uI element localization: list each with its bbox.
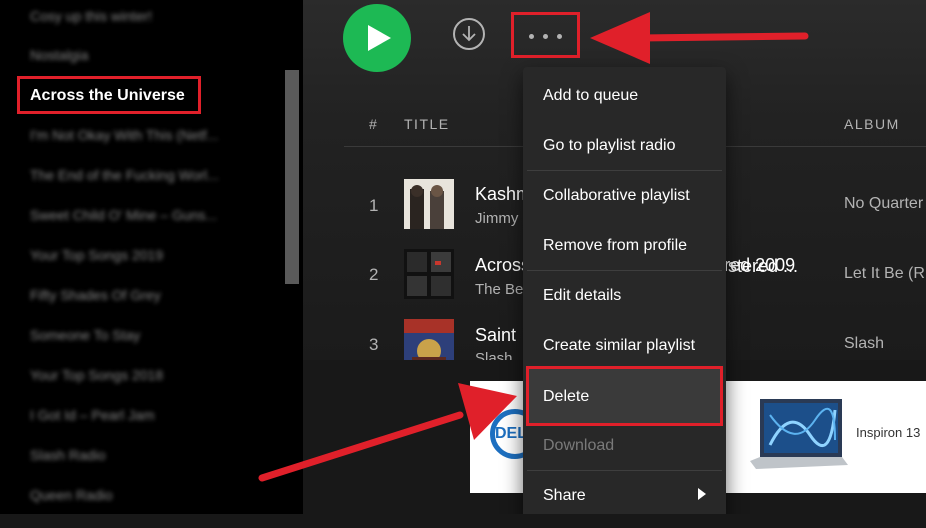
playlist-item[interactable]: I'm Not Okay With This (Netf... bbox=[30, 127, 218, 143]
playlist-item[interactable]: Sweet Child O' Mine – Guns... bbox=[30, 207, 217, 223]
menu-item-collaborative[interactable]: Collaborative playlist bbox=[543, 187, 690, 205]
menu-divider bbox=[527, 170, 722, 171]
menu-divider bbox=[527, 270, 722, 271]
menu-item-add-to-queue[interactable]: Add to queue bbox=[543, 87, 638, 105]
context-menu: Add to queue Go to playlist radio Collab… bbox=[523, 67, 726, 525]
more-options-button[interactable] bbox=[511, 12, 580, 58]
track-number: 3 bbox=[369, 335, 379, 354]
playlist-item[interactable]: Cosy up this winter! bbox=[30, 8, 152, 24]
playlist-item[interactable]: I Got Id – Pearl Jam bbox=[30, 407, 155, 423]
playlist-item-selected[interactable]: Across the Universe bbox=[17, 76, 201, 114]
menu-item-delete-label: Delete bbox=[543, 388, 590, 405]
menu-item-remove-from-profile[interactable]: Remove from profile bbox=[543, 237, 687, 255]
sidebar-scrollbar[interactable] bbox=[285, 70, 299, 284]
album-art bbox=[404, 179, 454, 229]
sidebar: Cosy up this winter! Nostalgia Across th… bbox=[0, 0, 303, 514]
track-album[interactable]: Let It Be (R bbox=[844, 265, 925, 283]
column-header-album[interactable]: ALBUM bbox=[844, 116, 900, 132]
playlist-item[interactable]: Someone To Stay bbox=[30, 327, 140, 343]
column-header-number: # bbox=[369, 116, 379, 132]
track-album[interactable]: No Quarter bbox=[844, 195, 923, 213]
track-number: 2 bbox=[369, 265, 379, 284]
album-art bbox=[404, 319, 454, 360]
menu-item-create-similar[interactable]: Create similar playlist bbox=[543, 337, 695, 355]
more-options-icon bbox=[529, 34, 534, 39]
more-options-icon bbox=[543, 34, 548, 39]
album-art bbox=[404, 249, 454, 299]
menu-item-edit-details[interactable]: Edit details bbox=[543, 287, 621, 305]
menu-item-delete[interactable]: Delete bbox=[526, 366, 723, 426]
playlist-item[interactable]: Slash Radio bbox=[30, 447, 106, 463]
column-header-title[interactable]: TITLE bbox=[404, 116, 450, 132]
track-album[interactable]: Slash bbox=[844, 335, 884, 353]
download-icon bbox=[462, 26, 476, 42]
track-number: 1 bbox=[369, 196, 379, 215]
track-title[interactable]: Saint bbox=[475, 325, 516, 346]
playlist-item[interactable]: Nostalgia bbox=[30, 47, 88, 63]
ad-text: Inspiron 13 bbox=[856, 425, 921, 440]
more-options-icon bbox=[557, 34, 562, 39]
playlist-item[interactable]: The End of the Fucking Worl... bbox=[30, 167, 219, 183]
menu-item-download: Download bbox=[543, 437, 615, 454]
menu-divider bbox=[527, 470, 722, 471]
track-artist[interactable]: Slash bbox=[475, 350, 513, 360]
play-button[interactable] bbox=[343, 4, 411, 72]
playlist-item[interactable]: Queen Radio bbox=[30, 487, 113, 503]
laptop-image bbox=[750, 399, 848, 469]
menu-item-share[interactable]: Share bbox=[543, 487, 586, 505]
playlist-item[interactable]: Your Top Songs 2018 bbox=[30, 367, 163, 383]
chevron-right-icon bbox=[698, 488, 706, 500]
playlist-item[interactable]: Your Top Songs 2019 bbox=[30, 247, 163, 263]
download-button[interactable] bbox=[453, 18, 485, 50]
track-title-overflow: stered ... bbox=[728, 256, 799, 276]
play-icon bbox=[368, 25, 391, 51]
menu-item-playlist-radio[interactable]: Go to playlist radio bbox=[543, 137, 676, 155]
playlist-item[interactable]: Fifty Shades Of Grey bbox=[30, 287, 161, 303]
now-playing-bar-edge bbox=[0, 514, 926, 528]
